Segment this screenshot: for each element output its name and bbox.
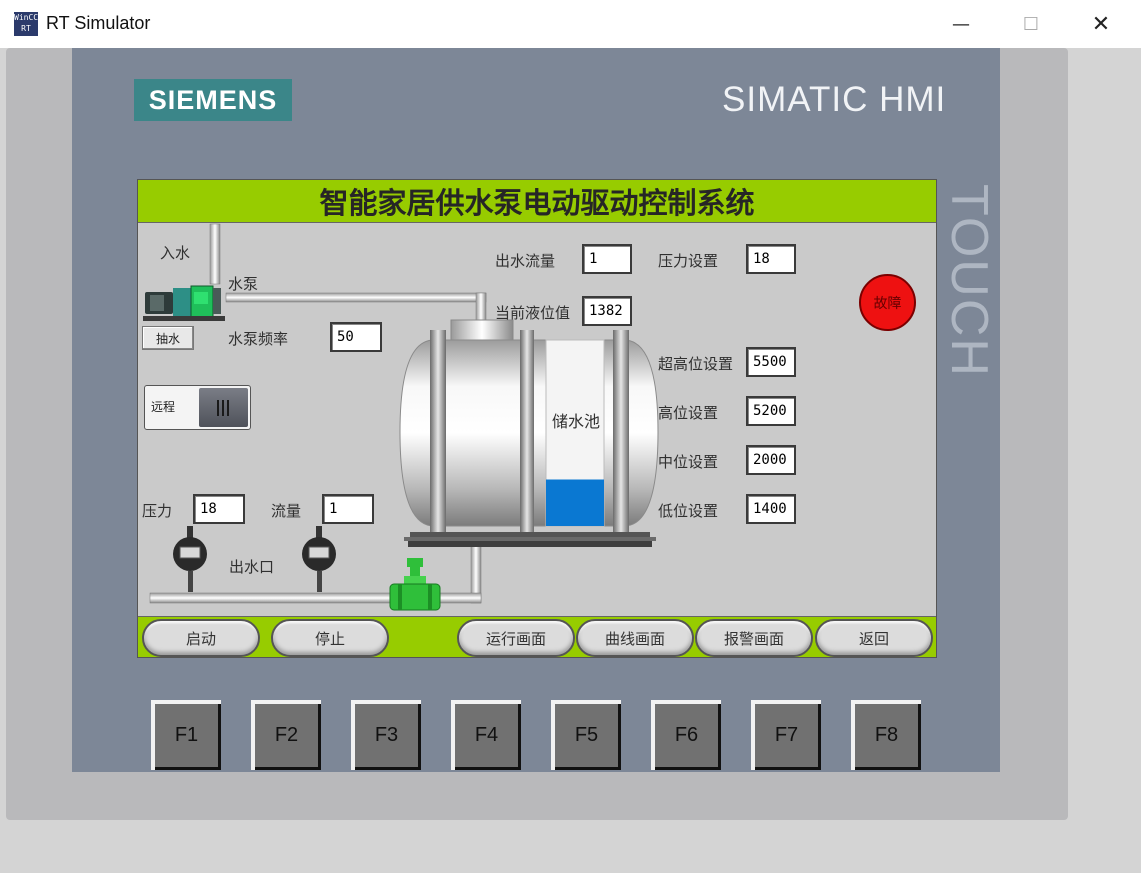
minimize-icon: — bbox=[952, 13, 970, 35]
minimize-button[interactable]: — bbox=[926, 0, 996, 48]
pump-label: 水泵 bbox=[228, 275, 259, 293]
outflow-label: 出水流量 bbox=[495, 252, 556, 270]
bottom-button-bar: 启动 停止 运行画面 曲线画面 报警画面 返回 bbox=[138, 616, 936, 657]
setpoint-field-mid[interactable]: 2000 bbox=[746, 445, 796, 475]
function-key-f6[interactable]: F6 bbox=[651, 700, 721, 770]
setpoint-field-high[interactable]: 5200 bbox=[746, 396, 796, 426]
setpoint-label-extra-high: 超高位设置 bbox=[658, 355, 734, 373]
function-key-f5[interactable]: F5 bbox=[551, 700, 621, 770]
remote-mode-switch[interactable]: 远程 bbox=[144, 385, 251, 430]
function-key-f8[interactable]: F8 bbox=[851, 700, 921, 770]
trend-screen-button[interactable]: 曲线画面 bbox=[576, 619, 694, 657]
f1-label: F1 bbox=[155, 704, 221, 770]
tank-label: 储水池 bbox=[552, 412, 601, 431]
function-key-f1[interactable]: F1 bbox=[151, 700, 221, 770]
pressure-gauge-graphic bbox=[173, 526, 207, 592]
pump-frequency-label: 水泵频率 bbox=[228, 330, 289, 348]
flow-label: 流量 bbox=[271, 502, 302, 520]
run-screen-button[interactable]: 运行画面 bbox=[457, 619, 575, 657]
function-key-f3[interactable]: F3 bbox=[351, 700, 421, 770]
grip-icon bbox=[217, 400, 231, 416]
setpoint-label-mid: 中位设置 bbox=[658, 453, 719, 471]
f3-label: F3 bbox=[355, 704, 421, 770]
level-label: 当前液位值 bbox=[495, 304, 571, 322]
outlet-label: 出水口 bbox=[229, 558, 275, 576]
function-key-f4[interactable]: F4 bbox=[451, 700, 521, 770]
outflow-field[interactable]: 1 bbox=[582, 244, 632, 274]
f5-label: F5 bbox=[555, 704, 621, 770]
function-key-f7[interactable]: F7 bbox=[751, 700, 821, 770]
maximize-button[interactable]: ☐ bbox=[996, 0, 1066, 48]
discharge-pipe-h bbox=[225, 292, 487, 303]
pump-button[interactable]: 抽水 bbox=[142, 326, 194, 350]
inlet-label: 入水 bbox=[160, 244, 191, 262]
flow-gauge-graphic bbox=[302, 526, 336, 592]
inlet-pipe bbox=[209, 223, 221, 285]
f4-label: F4 bbox=[455, 704, 521, 770]
hmi-screen: 智能家居供水泵电动驱动控制系统 入水 水泵 抽水 水泵频率 50 远程 压力 1… bbox=[137, 179, 937, 658]
pressure-set-field[interactable]: 18 bbox=[746, 244, 796, 274]
flow-field[interactable]: 1 bbox=[322, 494, 374, 524]
f8-label: F8 bbox=[855, 704, 921, 770]
setpoint-label-high: 高位设置 bbox=[658, 404, 719, 422]
touch-label: TOUCH bbox=[940, 184, 998, 378]
alarm-screen-button[interactable]: 报警画面 bbox=[695, 619, 813, 657]
close-icon: ✕ bbox=[1091, 11, 1111, 37]
tank-water-level bbox=[546, 479, 604, 526]
f6-label: F6 bbox=[655, 704, 721, 770]
outlet-valve-graphic bbox=[389, 558, 441, 611]
start-button[interactable]: 启动 bbox=[142, 619, 260, 657]
storage-tank-graphic bbox=[399, 319, 659, 547]
f7-label: F7 bbox=[755, 704, 821, 770]
switch-knob[interactable] bbox=[199, 388, 248, 427]
simatic-hmi-label: SIMATIC HMI bbox=[722, 80, 947, 119]
pressure-field[interactable]: 18 bbox=[193, 494, 245, 524]
remote-mode-label: 远程 bbox=[151, 400, 176, 414]
maximize-icon: ☐ bbox=[1022, 13, 1040, 35]
wincc-app-icon: WinCC RT bbox=[14, 12, 38, 36]
setpoint-field-low[interactable]: 1400 bbox=[746, 494, 796, 524]
level-field[interactable]: 1382 bbox=[582, 296, 632, 326]
window-title: RT Simulator bbox=[46, 13, 151, 33]
back-button[interactable]: 返回 bbox=[815, 619, 933, 657]
window-titlebar: WinCC RT RT Simulator — ☐ ✕ bbox=[0, 0, 1141, 48]
pressure-set-label: 压力设置 bbox=[658, 252, 719, 270]
stop-button[interactable]: 停止 bbox=[271, 619, 389, 657]
setpoint-field-extra-high[interactable]: 5500 bbox=[746, 347, 796, 377]
siemens-logo: SIEMENS bbox=[134, 79, 292, 121]
close-button[interactable]: ✕ bbox=[1066, 0, 1136, 48]
pressure-label: 压力 bbox=[142, 502, 173, 520]
function-key-f2[interactable]: F2 bbox=[251, 700, 321, 770]
fault-indicator[interactable]: 故障 bbox=[859, 274, 916, 331]
f2-label: F2 bbox=[255, 704, 321, 770]
pump-frequency-field[interactable]: 50 bbox=[330, 322, 382, 352]
setpoint-label-low: 低位设置 bbox=[658, 502, 719, 520]
pump-graphic bbox=[143, 285, 225, 321]
